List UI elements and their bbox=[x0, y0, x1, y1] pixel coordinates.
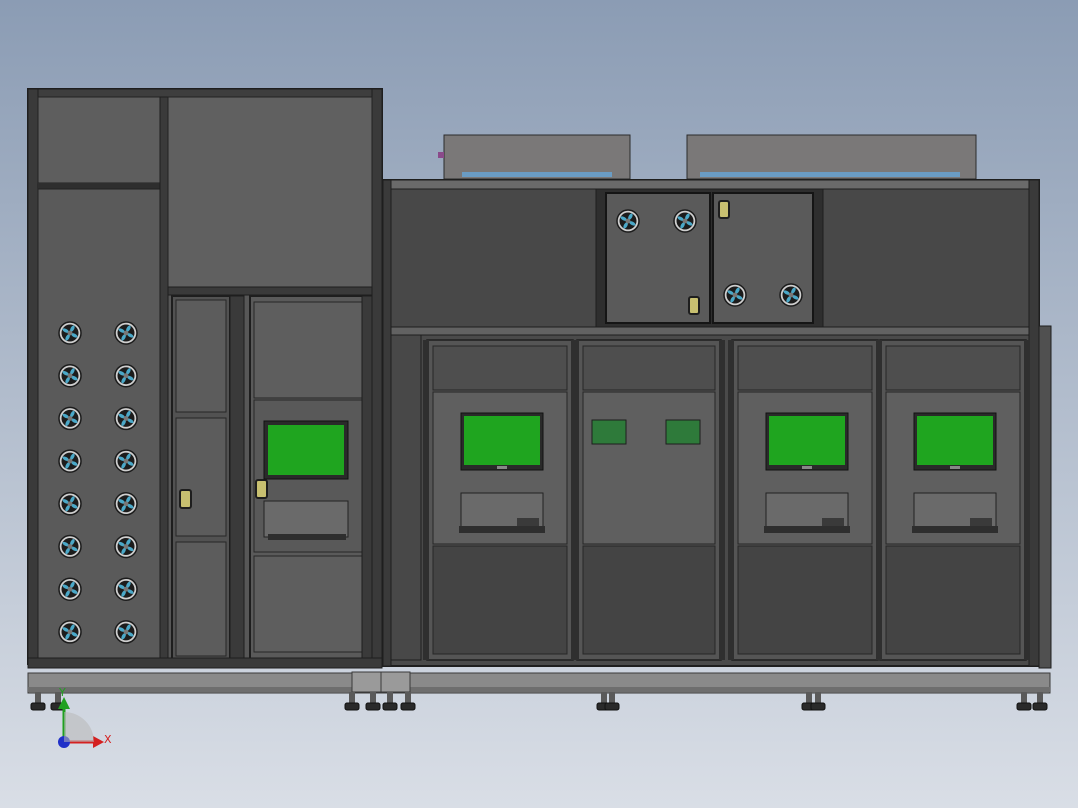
equipment-assembly-drawing bbox=[0, 0, 1078, 808]
monitor bbox=[913, 412, 997, 471]
left-keyboard-tray bbox=[263, 500, 349, 540]
status-panel bbox=[591, 419, 627, 445]
fan-icon bbox=[58, 449, 82, 473]
monitor-screen bbox=[769, 416, 845, 465]
door-handle-icon[interactable] bbox=[179, 489, 192, 509]
fan-icon bbox=[114, 449, 138, 473]
bay-4 bbox=[876, 339, 1030, 661]
fan-icon bbox=[58, 492, 82, 516]
fan-icon bbox=[114, 492, 138, 516]
monitor-screen bbox=[268, 425, 344, 475]
fan-icon bbox=[58, 363, 82, 388]
base-frame bbox=[27, 671, 1051, 694]
monitor bbox=[460, 412, 544, 471]
left-monitor bbox=[263, 420, 349, 480]
monitor-screen bbox=[464, 416, 540, 465]
y-axis-label: Y bbox=[59, 686, 66, 699]
fan-icon bbox=[616, 209, 640, 233]
top-unit-right bbox=[686, 134, 977, 180]
bay-3 bbox=[728, 339, 882, 661]
cad-viewport[interactable]: X Y bbox=[0, 0, 1078, 808]
fan-icon bbox=[673, 209, 697, 233]
fan-icon bbox=[114, 406, 138, 431]
monitor bbox=[765, 412, 849, 471]
fan-icon bbox=[114, 534, 138, 559]
keyboard-tray bbox=[912, 492, 998, 533]
status-panel bbox=[665, 419, 701, 445]
x-axis-label: X bbox=[104, 733, 112, 746]
fan-icon bbox=[723, 283, 747, 307]
fan-icon bbox=[58, 620, 82, 644]
fan-icon bbox=[114, 363, 138, 388]
fan-icon bbox=[114, 620, 138, 644]
door-handle-icon[interactable] bbox=[718, 200, 730, 219]
bay-2 bbox=[573, 339, 725, 661]
keyboard-tray bbox=[764, 492, 850, 533]
fan-icon bbox=[779, 283, 803, 307]
monitor-screen bbox=[917, 416, 993, 465]
door-handle-icon[interactable] bbox=[255, 479, 268, 499]
fan-icon bbox=[58, 534, 82, 559]
fan-icon bbox=[58, 406, 82, 431]
bay-1 bbox=[423, 339, 577, 661]
top-unit-left bbox=[438, 134, 631, 180]
fan-icon bbox=[114, 321, 138, 345]
fan-icon bbox=[58, 577, 82, 601]
fan-icon bbox=[58, 321, 82, 345]
keyboard-tray bbox=[459, 492, 545, 533]
fan-icon bbox=[114, 577, 138, 601]
door-handle-icon[interactable] bbox=[688, 296, 700, 315]
